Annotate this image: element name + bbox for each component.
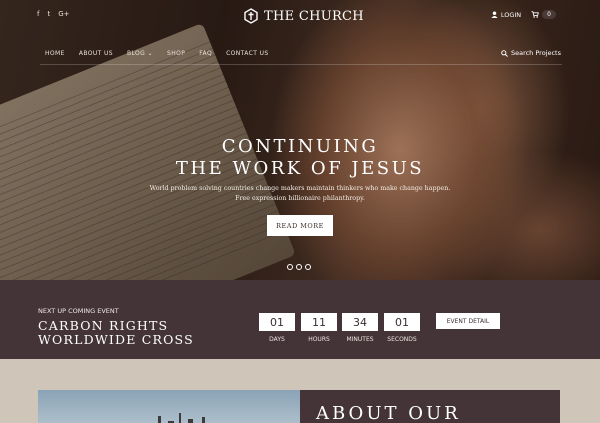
- countdown-days-value: 01: [259, 313, 295, 331]
- site-logo[interactable]: THE CHURCH: [244, 8, 364, 24]
- search-icon: [501, 49, 508, 57]
- event-detail-button[interactable]: EVENT DETAIL: [436, 313, 500, 329]
- event-title-line2: WORLDWIDE CROSS: [38, 332, 194, 347]
- hero-banner: f t G+ THE CHURCH LOGIN 0 HOME ABOUT US …: [0, 0, 600, 280]
- about-section: ABOUT OUR: [0, 359, 600, 423]
- hero-title-line1: CONTINUING: [221, 136, 379, 157]
- login-link[interactable]: LOGIN: [491, 11, 521, 19]
- cart-count-badge: 0: [542, 10, 556, 19]
- countdown-seconds: 01 SECONDS: [384, 313, 420, 343]
- church-logo-icon: [244, 8, 258, 24]
- countdown-hours: 11 HOURS: [301, 313, 337, 343]
- facebook-icon[interactable]: f: [37, 10, 39, 18]
- google-plus-icon[interactable]: G+: [58, 10, 69, 18]
- countdown-days: 01 DAYS: [259, 313, 295, 343]
- nav-item-blog[interactable]: BLOG ⌄: [127, 50, 153, 57]
- nav-item-faq[interactable]: FAQ: [199, 50, 212, 57]
- nav-item-blog-label: BLOG: [127, 50, 146, 57]
- upcoming-event-bar: NEXT UP COMING EVENT CARBON RIGHTS WORLD…: [0, 280, 600, 359]
- nav-item-contact-us[interactable]: CONTACT US: [226, 50, 269, 57]
- countdown-hours-label: HOURS: [308, 336, 330, 343]
- about-title: ABOUT OUR: [316, 403, 461, 423]
- nav-item-shop[interactable]: SHOP: [167, 50, 185, 57]
- nav-item-about-us[interactable]: ABOUT US: [79, 50, 113, 57]
- slider-dot-2[interactable]: [296, 264, 302, 270]
- twitter-icon[interactable]: t: [47, 10, 50, 18]
- nav-divider: [40, 64, 562, 65]
- about-title-panel: ABOUT OUR: [300, 390, 560, 423]
- event-label: NEXT UP COMING EVENT: [38, 307, 119, 315]
- main-nav: HOME ABOUT US BLOG ⌄ SHOP FAQ CONTACT US: [45, 50, 269, 57]
- search-label: Search Projects: [510, 49, 561, 57]
- cart-link[interactable]: 0: [531, 10, 556, 19]
- logo-text: THE CHURCH: [264, 8, 364, 24]
- search-projects[interactable]: Search Projects: [501, 49, 561, 57]
- countdown-seconds-label: SECONDS: [387, 336, 417, 343]
- nav-item-home[interactable]: HOME: [45, 50, 65, 57]
- slider-dots: [287, 264, 311, 270]
- user-icon: [491, 11, 498, 18]
- countdown-minutes-value: 34: [342, 313, 378, 331]
- login-label: LOGIN: [500, 10, 522, 19]
- social-links: f t G+: [37, 10, 70, 18]
- countdown-seconds-value: 01: [384, 313, 420, 331]
- read-more-button[interactable]: READ MORE: [267, 215, 333, 236]
- hero-subtitle-line2: Free expression billionaire philanthropy…: [235, 195, 365, 202]
- slider-dot-1[interactable]: [287, 264, 293, 270]
- hero-title-line2: THE WORK OF JESUS: [175, 158, 425, 179]
- event-title-line1: CARBON RIGHTS: [38, 318, 169, 333]
- top-bar: f t G+ THE CHURCH LOGIN 0: [0, 0, 600, 34]
- cart-icon: [531, 11, 540, 18]
- city-skyline-image: [38, 390, 301, 423]
- slider-dot-3[interactable]: [305, 264, 311, 270]
- chevron-down-icon: ⌄: [147, 50, 153, 57]
- countdown-minutes-label: MINUTES: [346, 336, 374, 343]
- countdown-minutes: 34 MINUTES: [342, 313, 378, 343]
- countdown-hours-value: 11: [301, 313, 337, 331]
- hero-subtitle-line1: World problem solving countries change m…: [149, 185, 451, 192]
- countdown-days-label: DAYS: [269, 336, 285, 343]
